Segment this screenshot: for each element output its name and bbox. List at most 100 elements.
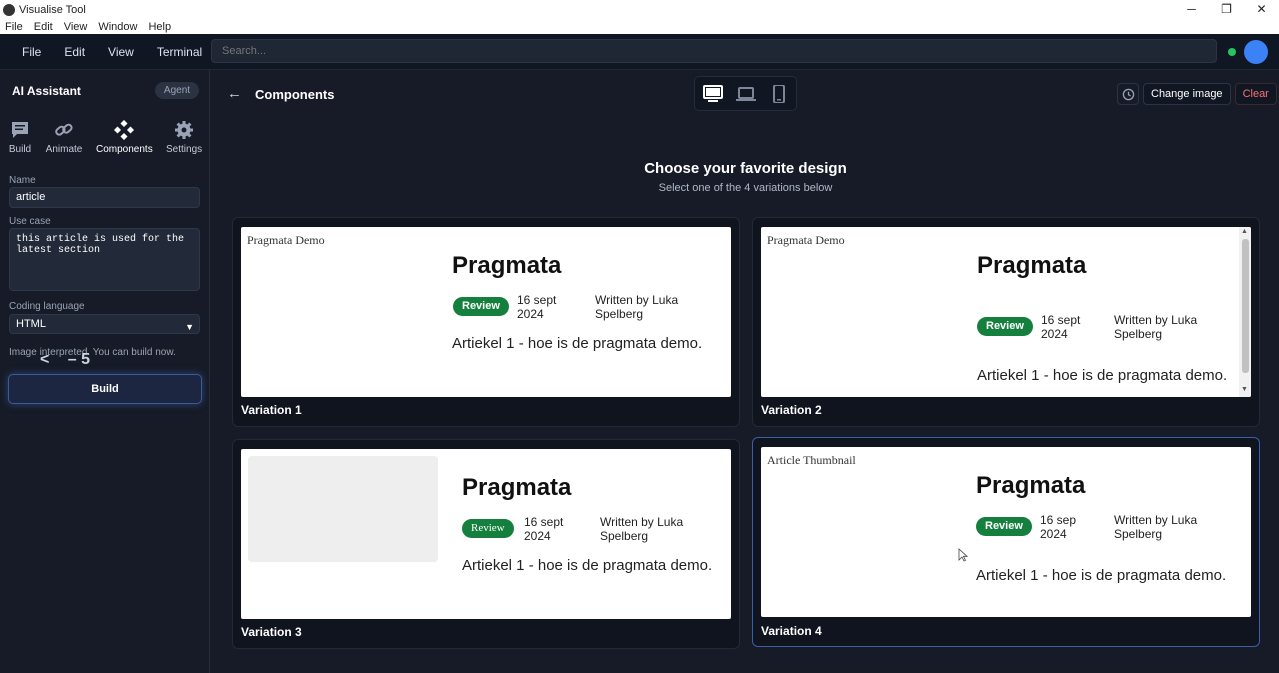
scroll-up-icon[interactable]: ▲: [1241, 228, 1248, 235]
chat-icon: [12, 122, 28, 138]
agent-badge[interactable]: Agent: [155, 82, 199, 99]
image-placeholder: [248, 456, 438, 562]
mobile-icon[interactable]: [768, 85, 790, 103]
variation-label: Variation 1: [241, 403, 302, 417]
avatar[interactable]: [1244, 40, 1268, 64]
tab-settings[interactable]: Settings: [166, 120, 202, 155]
choose-subtitle: Select one of the 4 variations below: [658, 182, 833, 194]
back-button[interactable]: ←: [227, 85, 242, 102]
broken-image: Pragmata Demo: [247, 233, 325, 247]
variation-preview-3: Pragmata Review 16 sept 2024 Written by …: [241, 449, 731, 619]
search-input[interactable]: [211, 39, 1217, 63]
minimize-button[interactable]: ─: [1174, 0, 1209, 19]
app-logo-icon: [3, 3, 15, 16]
article-author: Written by Luka Spelberg: [595, 293, 679, 321]
preview-scrollbar[interactable]: ▲ ▼: [1239, 227, 1251, 397]
tab-components[interactable]: Components: [96, 120, 153, 155]
tab-animate-label: Animate: [45, 144, 83, 155]
scrollbar-thumb[interactable]: [1242, 239, 1249, 373]
desktop-icon[interactable]: [702, 85, 724, 103]
page-title: Components: [255, 87, 335, 102]
clock-icon: [1122, 88, 1134, 100]
os-menu-file[interactable]: File: [5, 21, 23, 33]
components-icon: [114, 120, 134, 140]
window-title: Visualise Tool: [19, 3, 86, 16]
language-select[interactable]: HTML ▼: [9, 314, 200, 334]
mouse-cursor-icon: [958, 548, 968, 562]
tab-settings-label: Settings: [166, 144, 203, 155]
language-selected: HTML: [16, 318, 46, 330]
variation-card-2[interactable]: Pragmata Demo Pragmata Review 16 sept 20…: [752, 217, 1260, 427]
article-title: Pragmata: [462, 474, 572, 501]
overlay-counter: < – 5: [40, 351, 90, 369]
article-text: Artiekel 1 - hoe is de pragmata demo.: [977, 367, 1228, 384]
usecase-textarea[interactable]: this article is used for the latest sect…: [9, 228, 200, 291]
os-menu-edit[interactable]: Edit: [34, 21, 53, 33]
article-text: Artiekel 1 - hoe is de pragmata demo.: [462, 557, 713, 574]
article-author: Written by Luka Spelberg: [600, 515, 684, 543]
scroll-down-icon[interactable]: ▼: [1241, 386, 1248, 393]
os-title-bar: Visualise Tool ─ ❐ ✕: [0, 0, 1279, 19]
article-text: Artiekel 1 - hoe is de pragmata demo.: [976, 567, 1227, 584]
overlay-text: – 5: [67, 351, 91, 368]
os-menu-bar: File Edit View Window Help: [0, 19, 1279, 34]
tab-build-label: Build: [8, 144, 32, 155]
status-indicator: [1228, 48, 1236, 56]
assistant-title: AI Assistant: [12, 84, 81, 98]
status-text: Image interpreted. You can build now.: [9, 347, 176, 358]
tab-animate[interactable]: Animate: [45, 120, 83, 155]
app-menu-edit[interactable]: Edit: [64, 45, 85, 59]
status-badge: Review: [977, 317, 1033, 336]
restore-button[interactable]: ❐: [1209, 0, 1244, 19]
close-button[interactable]: ✕: [1244, 0, 1279, 19]
os-menu-help[interactable]: Help: [148, 21, 171, 33]
device-switcher: [694, 76, 797, 111]
broken-image: Pragmata Demo: [767, 233, 845, 247]
article-date: 16 sept 2024: [517, 293, 557, 321]
article-text: Artiekel 1 - hoe is de pragmata demo.: [452, 335, 703, 352]
app-top-bar: File Edit View Terminal: [0, 34, 1279, 70]
change-image-button[interactable]: Change image: [1143, 83, 1231, 105]
article-title: Pragmata: [976, 472, 1086, 499]
laptop-icon[interactable]: [735, 85, 757, 103]
article-title: Pragmata: [977, 252, 1087, 279]
os-menu-window[interactable]: Window: [98, 21, 137, 33]
variation-card-3[interactable]: Pragmata Review 16 sept 2024 Written by …: [232, 439, 740, 649]
article-date: 16 sep 2024: [1040, 513, 1077, 541]
clear-button[interactable]: Clear: [1234, 83, 1277, 105]
tab-build[interactable]: Build: [8, 120, 32, 155]
os-menu-view[interactable]: View: [64, 21, 88, 33]
history-button[interactable]: [1117, 83, 1139, 105]
article-author: Written by Luka Spelberg: [1114, 313, 1198, 341]
window-controls: ─ ❐ ✕: [1174, 0, 1279, 19]
name-label: Name: [9, 175, 36, 186]
overlay-arrow: <: [40, 351, 50, 368]
tab-components-label: Components: [96, 144, 153, 155]
variation-preview-1: Pragmata Demo Pragmata Review 16 sept 20…: [241, 227, 731, 397]
status-badge: Review: [453, 297, 509, 316]
article-author: Written by Luka Spelberg: [1114, 513, 1198, 541]
app-menu-terminal[interactable]: Terminal: [157, 45, 202, 59]
choose-title: Choose your favorite design: [644, 160, 847, 177]
gear-icon: [175, 121, 193, 139]
variation-label: Variation 3: [241, 625, 302, 639]
language-label: Coding language: [9, 301, 85, 312]
name-input[interactable]: article: [9, 187, 200, 208]
sidebar: AI Assistant Agent Build Animate Compone…: [0, 70, 210, 673]
variation-preview-2: Pragmata Demo Pragmata Review 16 sept 20…: [761, 227, 1251, 397]
sidebar-tabs: Build Animate Components Settings: [0, 120, 210, 160]
status-badge: Review: [462, 519, 514, 538]
build-button[interactable]: Build: [8, 374, 202, 404]
chevron-down-icon: ▼: [185, 322, 194, 332]
app-menu: File Edit View Terminal: [22, 45, 225, 59]
link-icon: [55, 123, 73, 136]
variation-card-4[interactable]: Article Thumbnail Pragmata Review 16 sep…: [752, 437, 1260, 647]
app-menu-view[interactable]: View: [108, 45, 134, 59]
broken-image: Article Thumbnail: [767, 453, 856, 467]
article-title: Pragmata: [452, 252, 562, 279]
app-menu-file[interactable]: File: [22, 45, 41, 59]
article-date: 16 sept 2024: [1041, 313, 1081, 341]
variation-preview-4: Article Thumbnail Pragmata Review 16 sep…: [761, 447, 1251, 617]
variation-card-1[interactable]: Pragmata Demo Pragmata Review 16 sept 20…: [232, 217, 740, 427]
header-actions: Change image Clear: [1117, 83, 1277, 105]
